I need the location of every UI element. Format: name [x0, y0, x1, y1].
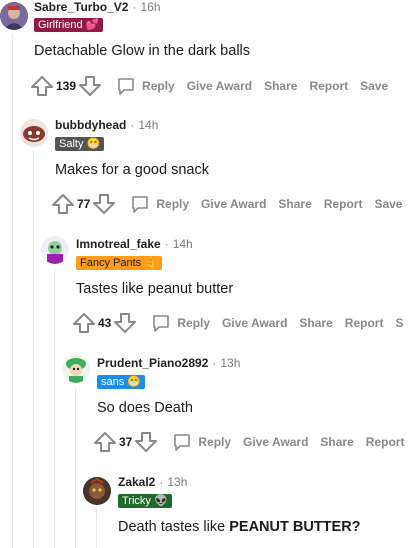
give-award-button[interactable]: Give Award: [187, 79, 252, 93]
vote-score: 37: [119, 435, 133, 449]
timestamp[interactable]: 14h: [138, 118, 158, 132]
username[interactable]: bubbdyhead: [55, 118, 126, 132]
thread-line[interactable]: [54, 269, 55, 548]
username[interactable]: Imnotreal_fake: [76, 237, 161, 251]
separator-dot: ·: [164, 237, 169, 251]
comment-header: Sabre_Turbo_V2 · 16h: [34, 0, 161, 14]
vote-score: 43: [98, 316, 112, 330]
comment-actions: 43 Reply Give Award Share Report S: [72, 311, 403, 335]
give-award-button[interactable]: Give Award: [243, 435, 308, 449]
user-flair: Fancy Pants 👌: [76, 256, 162, 270]
thread-line[interactable]: [33, 150, 34, 548]
timestamp[interactable]: 16h: [140, 0, 160, 14]
comment-body: Makes for a good snack: [55, 162, 209, 178]
user-flair: sans 😁: [97, 375, 145, 389]
separator-dot: ·: [212, 356, 217, 370]
avatar[interactable]: [41, 236, 69, 264]
comment-actions: 139 Reply Give Award Share Report Save: [30, 74, 388, 98]
comment-body-bold: PEANUT BUTTER?: [229, 519, 361, 535]
share-button[interactable]: Share: [320, 435, 353, 449]
upvote-icon[interactable]: [51, 192, 75, 216]
share-button[interactable]: Share: [299, 316, 332, 330]
user-flair: Salty 😁: [55, 137, 105, 151]
vote-score: 139: [56, 79, 77, 93]
thread-line[interactable]: [12, 34, 13, 548]
vote-score: 77: [77, 197, 91, 211]
downvote-icon[interactable]: [92, 192, 116, 216]
share-button[interactable]: Share: [278, 197, 311, 211]
downvote-icon[interactable]: [134, 430, 158, 454]
avatar[interactable]: [83, 477, 111, 505]
comment-body: Detachable Glow in the dark balls: [34, 43, 251, 59]
report-button[interactable]: Report: [324, 197, 363, 211]
report-button[interactable]: Report: [309, 79, 348, 93]
timestamp[interactable]: 14h: [173, 237, 193, 251]
reply-icon[interactable]: [130, 194, 150, 214]
user-flair: Girlfriend 💕: [34, 18, 104, 32]
comment-body: Tastes like peanut butter: [76, 281, 234, 297]
report-button[interactable]: Report: [366, 435, 405, 449]
upvote-icon[interactable]: [30, 74, 54, 98]
downvote-icon[interactable]: [113, 311, 137, 335]
comment-header: Zakal2 · 13h: [118, 475, 187, 489]
avatar[interactable]: [0, 2, 28, 30]
separator-dot: ·: [159, 475, 164, 489]
separator-dot: ·: [132, 0, 137, 14]
report-button[interactable]: Report: [345, 316, 384, 330]
username[interactable]: Zakal2: [118, 475, 155, 489]
comment-header: Imnotreal_fake · 14h: [76, 237, 193, 251]
comment-header: bubbdyhead · 14h: [55, 118, 158, 132]
comment-body-text: Death tastes like: [118, 519, 230, 535]
save-button[interactable]: Save: [374, 197, 402, 211]
separator-dot: ·: [130, 118, 135, 132]
downvote-icon[interactable]: [78, 74, 102, 98]
save-button[interactable]: Save: [360, 79, 388, 93]
timestamp[interactable]: 13h: [167, 475, 187, 489]
reply-button[interactable]: Reply: [156, 197, 189, 211]
reply-icon[interactable]: [116, 76, 136, 96]
reply-icon[interactable]: [172, 432, 192, 452]
avatar[interactable]: [62, 355, 90, 383]
upvote-icon[interactable]: [72, 311, 96, 335]
thread-line[interactable]: [96, 508, 97, 548]
comment-body: So does Death: [97, 400, 193, 416]
comment-body: Death tastes like PEANUT BUTTER?: [118, 519, 361, 535]
avatar[interactable]: [20, 119, 48, 147]
upvote-icon[interactable]: [93, 430, 117, 454]
comment-actions: 37 Reply Give Award Share Report: [93, 430, 404, 454]
give-award-button[interactable]: Give Award: [201, 197, 266, 211]
share-button[interactable]: Share: [264, 79, 297, 93]
user-flair: Tricky 👽: [118, 494, 172, 508]
reply-button[interactable]: Reply: [177, 316, 210, 330]
save-button[interactable]: S: [395, 316, 403, 330]
timestamp[interactable]: 13h: [220, 356, 240, 370]
reply-icon[interactable]: [151, 313, 171, 333]
username[interactable]: Prudent_Piano2892: [97, 356, 208, 370]
reply-button[interactable]: Reply: [142, 79, 175, 93]
thread-line[interactable]: [75, 388, 76, 548]
comment-header: Prudent_Piano2892 · 13h: [97, 356, 240, 370]
username[interactable]: Sabre_Turbo_V2: [34, 0, 128, 14]
give-award-button[interactable]: Give Award: [222, 316, 287, 330]
reply-button[interactable]: Reply: [198, 435, 231, 449]
comment-actions: 77 Reply Give Award Share Report Save: [51, 192, 402, 216]
